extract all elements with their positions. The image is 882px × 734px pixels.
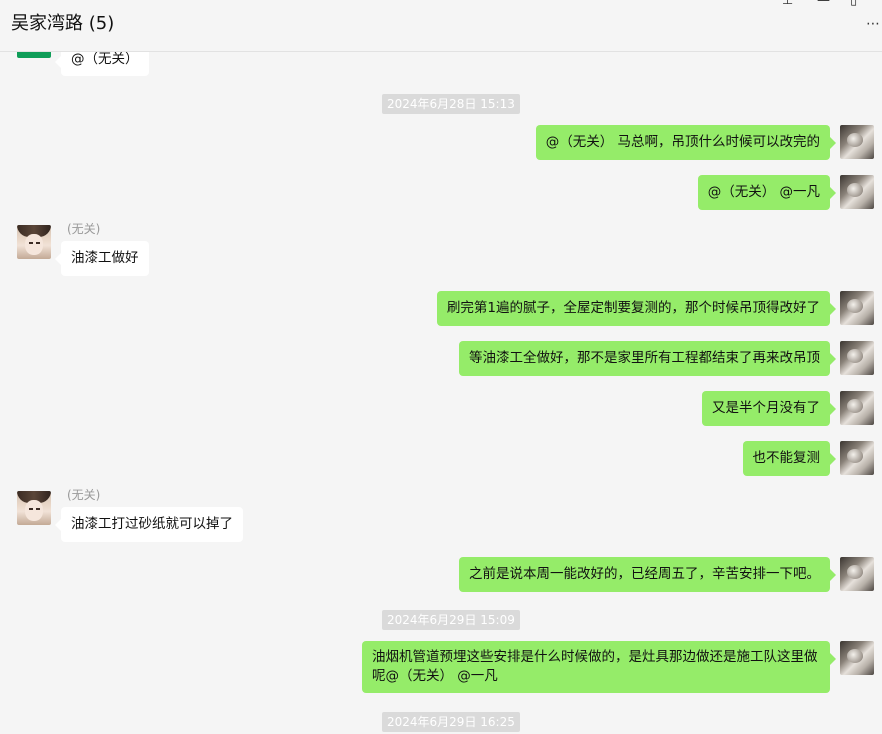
my-avatar[interactable]: [840, 341, 874, 375]
message-bubble-incoming[interactable]: 油漆工打过砂纸就可以掉了: [55, 507, 243, 542]
sender-name: (无关): [67, 488, 101, 502]
my-avatar[interactable]: [840, 291, 874, 325]
message-bubble-outgoing[interactable]: @（无关） @一凡: [697, 175, 837, 210]
timestamp: 2024年6月29日 16:25: [382, 712, 520, 732]
timestamp: 2024年6月29日 15:09: [382, 610, 520, 630]
sender-name: (无关): [67, 222, 101, 236]
message-bubble-outgoing[interactable]: 之前是说本周一能改好的，已经周五了，辛苦安排一下吧。: [459, 557, 836, 592]
more-icon[interactable]: ⋯: [866, 16, 880, 32]
pin-icon[interactable]: ⊥: [782, 0, 793, 8]
minimize-icon[interactable]: —: [817, 0, 830, 8]
my-avatar[interactable]: [840, 441, 874, 475]
message-bubble-outgoing[interactable]: 也不能复测: [742, 441, 836, 476]
my-avatar[interactable]: [840, 641, 874, 675]
timestamp: 2024年6月28日 15:13: [382, 94, 520, 114]
chat-title: 吴家湾路 (5): [11, 13, 115, 34]
my-avatar[interactable]: [840, 557, 874, 591]
my-avatar[interactable]: [840, 391, 874, 425]
group-member-avatar[interactable]: [17, 491, 51, 525]
message-bubble-outgoing[interactable]: 刷完第1遍的腻子，全屋定制要复测的，那个时候吊顶得改好了: [436, 291, 837, 326]
message-bubble-outgoing[interactable]: 又是半个月没有了: [702, 391, 836, 426]
title-bar: 吴家湾路 (5) ⊥ — ▯ ⋯: [0, 0, 882, 52]
message-bubble-outgoing[interactable]: 油烟机管道预埋这些安排是什么时候做的，是灶具那边做还是施工队这里做呢@（无关） …: [362, 641, 836, 693]
message-bubble-outgoing[interactable]: @（无关） 马总啊，吊顶什么时候可以改完的: [535, 125, 837, 160]
maximize-icon[interactable]: ▯: [850, 0, 857, 8]
message-bubble-incoming[interactable]: 油漆工做好: [55, 241, 149, 276]
message-bubble-outgoing[interactable]: 等油漆工全做好，那不是家里所有工程都结束了再来改吊顶: [459, 341, 836, 376]
my-avatar[interactable]: [840, 175, 874, 209]
chat-area[interactable]: @（无关） 2024年6月28日 15:13 @（无关） 马总啊，吊顶什么时候可…: [0, 0, 882, 734]
group-member-avatar[interactable]: [17, 225, 51, 259]
my-avatar[interactable]: [840, 125, 874, 159]
